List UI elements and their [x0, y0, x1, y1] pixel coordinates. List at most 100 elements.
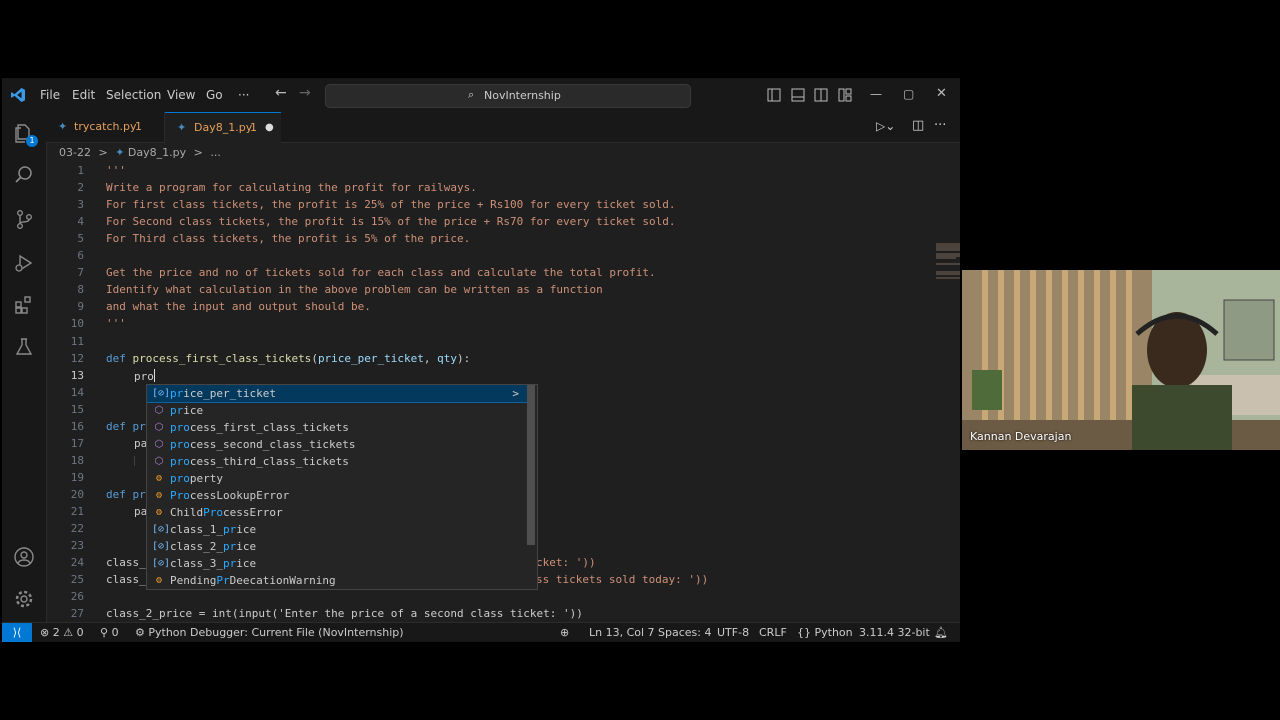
- line-number: 17: [70, 436, 84, 450]
- menu-go[interactable]: Go: [206, 88, 223, 102]
- menu-more[interactable]: ···: [238, 88, 249, 102]
- code-text: For Third class tickets, the profit is 5…: [106, 232, 471, 246]
- tab-label: Day8_1.py: [194, 121, 253, 134]
- toggle-panel-icon[interactable]: [791, 88, 805, 102]
- line-number: 19: [70, 470, 84, 484]
- suggestion-label: process_third_class_tickets: [170, 453, 349, 470]
- suggestion-item[interactable]: ⚙ ChildProcessError: [147, 504, 527, 521]
- suggestion-label: price_per_ticket: [170, 385, 276, 402]
- minimap[interactable]: [934, 242, 960, 282]
- ports-count: 0: [111, 626, 119, 639]
- breadcrumb-symbols[interactable]: ...: [210, 146, 221, 159]
- broadcast-icon: ⚲: [100, 626, 109, 639]
- breadcrumb-folder[interactable]: 03-22: [59, 146, 91, 159]
- text-cursor: [153, 368, 155, 382]
- python-file-icon: ✦: [115, 146, 125, 159]
- forward-arrow-icon[interactable]: →: [299, 85, 311, 101]
- errors-status[interactable]: ⊗ 2 ⚠ 0: [40, 626, 84, 639]
- line-number: 16: [70, 419, 84, 433]
- toggle-primary-sidebar-icon[interactable]: [767, 88, 781, 102]
- webcam-person-image: [962, 270, 1280, 450]
- code-line: ''': [106, 317, 126, 330]
- menu-selection[interactable]: Selection: [106, 88, 161, 102]
- command-center-search[interactable]: ⌕ NovInternship: [325, 84, 691, 108]
- suggestion-rest: perty: [189, 472, 223, 485]
- suggestion-scrollbar[interactable]: [527, 385, 535, 545]
- minimize-icon[interactable]: —: [870, 87, 882, 101]
- status-bar: ⟩⟨ ⊗ 2 ⚠ 0 ⚲ 0 ⚙ Python Debugger: Curren…: [2, 622, 960, 642]
- indentation[interactable]: Spaces: 4: [658, 626, 711, 639]
- suggestion-item[interactable]: ⬡ process_second_class_tickets: [147, 436, 527, 453]
- tab-trycatch[interactable]: ✦ trycatch.py 1: [46, 112, 165, 142]
- autocomplete-suggestions[interactable]: [⊘] price_per_ticket > ⬡ price ⬡ process_first…: [146, 384, 538, 590]
- suggestion-match: pr: [222, 557, 237, 570]
- indent-guide: [134, 456, 135, 466]
- function-icon: ⬡: [154, 422, 164, 433]
- line-number: 6: [77, 249, 84, 263]
- suggestion-item[interactable]: [⊘] class_2_price: [147, 538, 527, 555]
- line-number: 21: [70, 505, 84, 518]
- suggestion-item[interactable]: ⚙ PendingPrDeecationWarning: [147, 572, 527, 589]
- chevron-right-icon[interactable]: >: [512, 385, 519, 402]
- class-icon: ⚙: [155, 473, 163, 484]
- language-status[interactable]: {} Python: [797, 626, 853, 639]
- suggestion-item[interactable]: ⬡ process_first_class_tickets: [147, 419, 527, 436]
- menu-edit[interactable]: Edit: [72, 88, 95, 102]
- customize-layout-icon[interactable]: [838, 88, 852, 102]
- debugger-label: Python Debugger: Current File (NovIntern…: [148, 626, 404, 639]
- line-number: 22: [70, 522, 84, 536]
- code-line: For Second class tickets, the profit is …: [106, 215, 676, 228]
- close-icon[interactable]: ✕: [936, 86, 947, 101]
- line-number: 9: [77, 300, 84, 314]
- zoom-icon[interactable]: ⊕: [560, 626, 569, 639]
- line-number: 7: [77, 266, 84, 280]
- back-arrow-icon[interactable]: ←: [275, 85, 287, 101]
- suggestion-label: process_second_class_tickets: [170, 436, 355, 453]
- variable-icon: [⊘]: [152, 541, 171, 552]
- unsaved-dot-icon[interactable]: ●: [265, 113, 274, 143]
- suggestion-match: Pro: [170, 489, 190, 502]
- parameter: qty: [437, 351, 458, 365]
- line-endings[interactable]: CRLF: [759, 626, 787, 639]
- encoding[interactable]: UTF-8: [717, 626, 749, 639]
- line-number: 3: [77, 198, 84, 212]
- chevron-right-icon: >: [193, 146, 203, 159]
- suggestion-item[interactable]: [⊘] price_per_ticket >: [147, 385, 528, 403]
- suggestion-item[interactable]: [⊘] class_3_price: [147, 555, 527, 572]
- suggestion-rest: cess_first_class_tickets: [189, 421, 349, 434]
- line-number: 11: [70, 334, 84, 348]
- suggestion-item[interactable]: ⚙ property: [147, 470, 527, 487]
- line-number: 25: [70, 573, 84, 587]
- tab-label: trycatch.py: [74, 120, 137, 133]
- run-python-file-icon[interactable]: ▷⌄: [876, 119, 895, 133]
- vscode-window: File Edit Selection View Go ··· ← → ⌕ No…: [2, 78, 960, 642]
- python-file-icon: ✦: [177, 121, 187, 134]
- suggestion-item[interactable]: ⬡ process_third_class_tickets: [147, 453, 527, 470]
- python-interpreter[interactable]: 3.11.4 32-bit: [859, 626, 930, 639]
- line-number: 5: [77, 232, 84, 246]
- restore-icon[interactable]: ▢: [903, 87, 914, 101]
- notifications-bell-icon[interactable]: 🔔︎: [934, 626, 948, 639]
- explorer-icon[interactable]: 1: [12, 122, 38, 147]
- ports-status[interactable]: ⚲ 0: [100, 626, 119, 639]
- errors-count: 2: [52, 626, 60, 639]
- toggle-secondary-sidebar-icon[interactable]: [814, 88, 828, 102]
- suggestion-rest: ice: [236, 523, 257, 536]
- cursor-position[interactable]: Ln 13, Col 7: [589, 626, 655, 639]
- suggestion-item[interactable]: [⊘] class_1_price: [147, 521, 527, 538]
- tab-day8-1[interactable]: ✦ Day8_1.py 1 ●: [165, 112, 281, 143]
- class-icon: ⚙: [155, 507, 163, 518]
- breadcrumb-file[interactable]: Day8_1.py: [128, 146, 186, 159]
- menu-file[interactable]: File: [40, 88, 60, 102]
- debugger-status[interactable]: ⚙ Python Debugger: Current File (NovInte…: [135, 626, 404, 639]
- menu-view[interactable]: View: [167, 88, 195, 102]
- split-editor-icon[interactable]: ◫: [912, 118, 924, 133]
- warning-icon: ⚠: [63, 626, 74, 639]
- suggestion-match: pro: [170, 455, 190, 468]
- more-actions-icon[interactable]: ···: [934, 118, 946, 133]
- remote-indicator-icon[interactable]: ⟩⟨: [2, 623, 32, 642]
- breadcrumb: 03-22 > ✦ Day8_1.py > ...: [59, 146, 221, 159]
- suggestion-item[interactable]: ⬡ price: [147, 402, 527, 419]
- variable-icon: [⊘]: [152, 524, 171, 535]
- suggestion-item[interactable]: ⚙ ProcessLookupError: [147, 487, 527, 504]
